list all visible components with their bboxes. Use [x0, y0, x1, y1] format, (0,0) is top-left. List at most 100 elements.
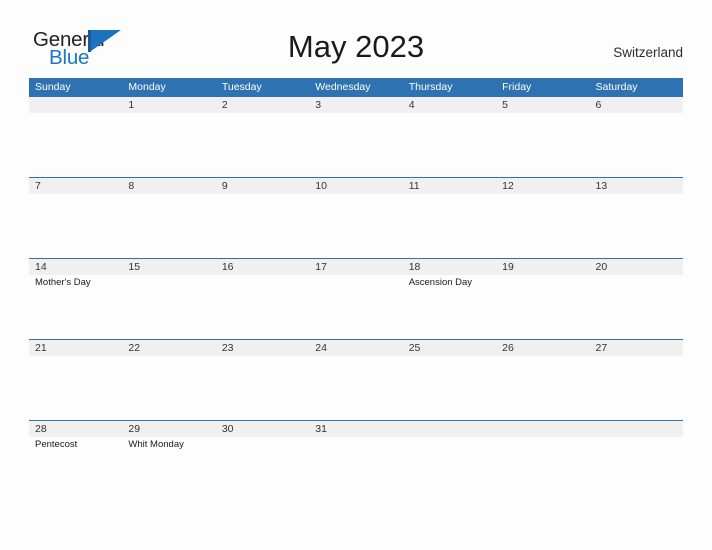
day-number[interactable]: 25	[403, 340, 496, 356]
day-cell[interactable]	[403, 356, 496, 418]
day-cell[interactable]	[216, 275, 309, 337]
day-number[interactable]: 7	[29, 178, 122, 194]
day-cell[interactable]	[29, 194, 122, 256]
day-number[interactable]: 10	[309, 178, 402, 194]
day-cell[interactable]	[496, 194, 589, 256]
day-cell[interactable]	[216, 437, 309, 499]
day-number[interactable]: 11	[403, 178, 496, 194]
week-date-band: 1 2 3 4 5 6	[29, 96, 683, 113]
day-cell[interactable]	[216, 194, 309, 256]
week-event-band	[29, 194, 683, 256]
day-number[interactable]: 8	[122, 178, 215, 194]
week-row: 14 15 16 17 18 19 20 Mother's Day Ascens…	[29, 258, 683, 339]
day-cell[interactable]	[122, 356, 215, 418]
day-cell[interactable]	[309, 356, 402, 418]
day-number[interactable]: 28	[29, 421, 122, 437]
day-number[interactable]: 6	[590, 97, 683, 113]
day-number[interactable]	[29, 97, 122, 113]
day-cell[interactable]: Ascension Day	[403, 275, 496, 337]
day-number[interactable]: 14	[29, 259, 122, 275]
week-row: 7 8 9 10 11 12 13	[29, 177, 683, 258]
event-label: Whit Monday	[128, 439, 184, 450]
day-number[interactable]: 30	[216, 421, 309, 437]
weekday-header-row: Sunday Monday Tuesday Wednesday Thursday…	[29, 78, 683, 96]
day-cell[interactable]	[216, 113, 309, 175]
weekday-header-friday: Friday	[502, 81, 532, 93]
day-cell[interactable]	[309, 275, 402, 337]
day-number[interactable]: 17	[309, 259, 402, 275]
day-number[interactable]	[403, 421, 496, 437]
day-number[interactable]: 29	[122, 421, 215, 437]
day-cell[interactable]	[122, 275, 215, 337]
day-number[interactable]	[590, 421, 683, 437]
day-cell[interactable]	[590, 113, 683, 175]
weekday-header-monday: Monday	[128, 81, 166, 93]
day-cell[interactable]	[496, 356, 589, 418]
day-cell[interactable]	[309, 437, 402, 499]
event-label: Pentecost	[35, 439, 78, 450]
week-date-band: 7 8 9 10 11 12 13	[29, 177, 683, 194]
week-date-band: 14 15 16 17 18 19 20	[29, 258, 683, 275]
page-title: May 2023	[287, 29, 425, 64]
day-number[interactable]: 27	[590, 340, 683, 356]
day-cell[interactable]	[216, 356, 309, 418]
day-number[interactable]: 3	[309, 97, 402, 113]
weekday-header-saturday: Saturday	[595, 81, 638, 93]
week-date-band: 21 22 23 24 25 26 27	[29, 339, 683, 356]
day-cell[interactable]	[496, 275, 589, 337]
day-number[interactable]: 19	[496, 259, 589, 275]
day-number[interactable]: 1	[122, 97, 215, 113]
day-number[interactable]: 23	[216, 340, 309, 356]
day-number[interactable]: 21	[29, 340, 122, 356]
day-cell[interactable]	[403, 113, 496, 175]
week-event-band: Mother's Day Ascension Day	[29, 275, 683, 337]
day-cell[interactable]: Mother's Day	[29, 275, 122, 337]
day-number[interactable]: 2	[216, 97, 309, 113]
day-cell[interactable]	[309, 113, 402, 175]
week-date-band: 28 29 30 31	[29, 420, 683, 437]
day-number[interactable]: 15	[122, 259, 215, 275]
day-number[interactable]: 16	[216, 259, 309, 275]
day-number[interactable]: 31	[309, 421, 402, 437]
day-cell[interactable]	[403, 437, 496, 499]
day-number[interactable]: 5	[496, 97, 589, 113]
country-label: Switzerland	[613, 45, 683, 60]
day-number[interactable]: 26	[496, 340, 589, 356]
weekday-header-sunday: Sunday	[35, 81, 71, 93]
day-cell[interactable]	[496, 437, 589, 499]
day-cell[interactable]	[496, 113, 589, 175]
day-cell[interactable]: Pentecost	[29, 437, 122, 499]
day-cell[interactable]: Whit Monday	[122, 437, 215, 499]
day-cell[interactable]	[309, 194, 402, 256]
day-number[interactable]	[496, 421, 589, 437]
week-row: 1 2 3 4 5 6	[29, 96, 683, 177]
day-number[interactable]: 12	[496, 178, 589, 194]
day-number[interactable]: 18	[403, 259, 496, 275]
day-number[interactable]: 24	[309, 340, 402, 356]
week-row: 28 29 30 31 Pentecost Whit Monday	[29, 420, 683, 501]
week-row: 21 22 23 24 25 26 27	[29, 339, 683, 420]
day-number[interactable]: 20	[590, 259, 683, 275]
weekday-header-thursday: Thursday	[408, 81, 453, 93]
week-event-band	[29, 113, 683, 175]
day-cell[interactable]	[403, 194, 496, 256]
day-cell[interactable]	[29, 356, 122, 418]
day-number[interactable]: 9	[216, 178, 309, 194]
weekday-header-tuesday: Tuesday	[221, 81, 262, 93]
day-cell[interactable]	[590, 194, 683, 256]
event-label: Mother's Day	[35, 277, 91, 288]
weekday-header-wednesday: Wednesday	[315, 81, 371, 93]
day-number[interactable]: 22	[122, 340, 215, 356]
week-event-band	[29, 356, 683, 418]
day-cell[interactable]	[590, 275, 683, 337]
day-number[interactable]: 4	[403, 97, 496, 113]
event-label: Ascension Day	[408, 277, 473, 288]
calendar-grid: Sunday Monday Tuesday Wednesday Thursday…	[29, 78, 683, 501]
day-cell[interactable]	[122, 194, 215, 256]
day-cell[interactable]	[29, 113, 122, 175]
calendar-page: General Blue May 2023 Switzerland Sunday…	[0, 0, 712, 550]
day-number[interactable]: 13	[590, 178, 683, 194]
day-cell[interactable]	[590, 437, 683, 499]
day-cell[interactable]	[590, 356, 683, 418]
day-cell[interactable]	[122, 113, 215, 175]
